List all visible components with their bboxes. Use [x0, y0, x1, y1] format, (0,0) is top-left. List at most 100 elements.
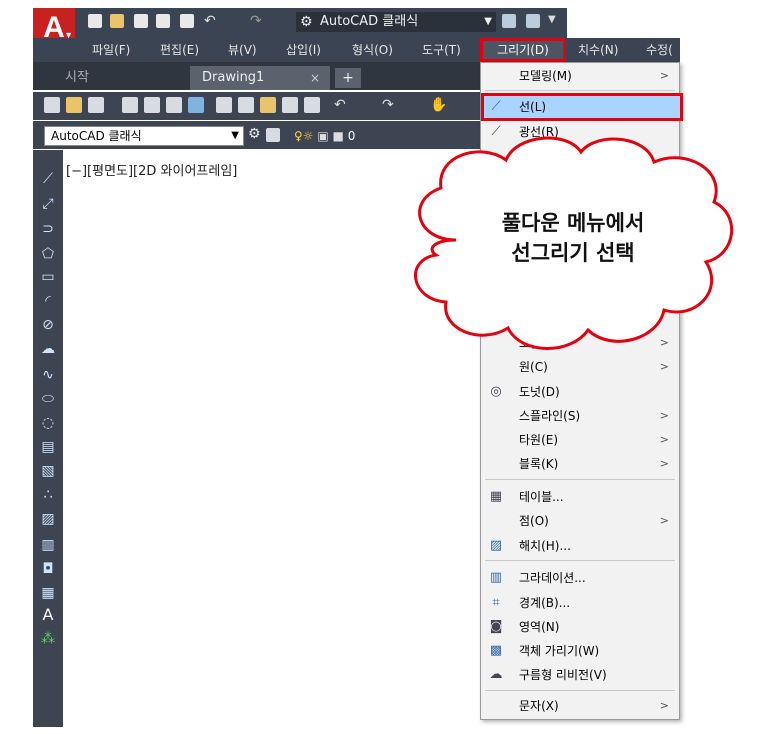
menu-item-wipeout[interactable]: ▩ 객체 가리기(W)	[481, 639, 679, 663]
text-icon[interactable]: A	[39, 606, 57, 624]
chevron-down-icon: ▼	[484, 16, 492, 27]
menu-item-donut[interactable]: ◎ 도넛(D)	[481, 380, 679, 404]
plot-icon[interactable]	[180, 14, 194, 28]
plot-preview-icon[interactable]	[144, 97, 160, 113]
add-selected-icon[interactable]: ⁂	[39, 630, 57, 648]
open-icon[interactable]	[66, 97, 82, 113]
make-block-icon[interactable]: ▧	[39, 462, 57, 480]
menu-edit[interactable]: 편집(E)	[160, 40, 199, 60]
workspace-settings-icon[interactable]	[266, 128, 280, 142]
menu-item-block[interactable]: 블록(K) >	[481, 452, 679, 476]
menu-item-table[interactable]: ▦ 테이블...	[481, 485, 679, 509]
menu-insert[interactable]: 삽입(I)	[286, 40, 321, 60]
chevron-down-icon[interactable]: ▼	[548, 14, 556, 25]
ellipse-icon[interactable]: ⬭	[39, 390, 57, 408]
menu-item-gradient[interactable]: ▥ 그라데이션...	[481, 566, 679, 590]
gradient-icon[interactable]: ▥	[39, 536, 57, 554]
copy-icon[interactable]	[238, 97, 254, 113]
redo-icon[interactable]: ↷	[382, 97, 398, 113]
polygon-icon[interactable]: ⬠	[39, 245, 57, 263]
globe-icon[interactable]	[188, 97, 204, 113]
menu-item-hatch[interactable]: ▨ 해치(H)...	[481, 534, 679, 558]
arc-icon[interactable]: ◜	[39, 292, 57, 310]
menu-draw[interactable]: 그리기(D)	[480, 38, 566, 62]
menu-item-ellipse[interactable]: 타원(E) >	[481, 428, 679, 452]
mobile-icon[interactable]	[526, 14, 540, 28]
menu-item-text[interactable]: 문자(X) >	[481, 694, 679, 718]
menu-item-label: 타원(E)	[519, 433, 559, 447]
menu-item-label: 영역(N)	[519, 620, 560, 634]
rectangle-icon[interactable]: ▭	[39, 268, 57, 286]
menu-item-label: 구름형 리비전(V)	[519, 668, 607, 682]
open-folder-icon[interactable]	[110, 14, 124, 28]
menu-item-spline[interactable]: 스플라인(S) >	[481, 404, 679, 428]
print-icon[interactable]	[122, 97, 138, 113]
new-file-icon[interactable]	[88, 14, 102, 28]
new-tab-button[interactable]: +	[335, 68, 361, 88]
line-icon[interactable]: ⟋	[39, 170, 57, 188]
match-properties-icon[interactable]	[282, 97, 298, 113]
redo-icon[interactable]: ↷	[250, 14, 264, 28]
menu-separator	[485, 560, 675, 561]
menu-modify[interactable]: 수정(	[646, 40, 673, 60]
menu-item-label: 점(O)	[519, 514, 549, 528]
save-icon[interactable]	[88, 97, 104, 113]
callout-line1: 풀다운 메뉴에서	[501, 211, 645, 235]
paste-icon[interactable]	[260, 97, 276, 113]
tab-start[interactable]: 시작	[43, 67, 188, 89]
save-icon[interactable]	[134, 14, 148, 28]
undo-icon[interactable]: ↶	[334, 97, 350, 113]
save-as-icon[interactable]	[156, 14, 170, 28]
menu-item-label: 도넛(D)	[519, 385, 560, 399]
menu-tools[interactable]: 도구(T)	[422, 40, 461, 60]
menu-item-point[interactable]: 점(O) >	[481, 509, 679, 533]
insert-block-icon[interactable]: ▤	[39, 438, 57, 456]
share-icon[interactable]	[502, 14, 516, 28]
gradient-icon: ▥	[489, 570, 503, 585]
menu-item-modeling[interactable]: 모델링(M) >	[481, 64, 679, 88]
menu-item-label: 테이블...	[519, 490, 564, 504]
workspace-select[interactable]: AutoCAD 클래식 ▼	[44, 126, 244, 146]
new-icon[interactable]	[44, 97, 60, 113]
workspace-dropdown[interactable]: ⚙ AutoCAD 클래식 ▼	[296, 12, 496, 32]
menu-view[interactable]: 뷰(V)	[228, 40, 257, 60]
ellipse-arc-icon[interactable]: ◌	[39, 414, 57, 432]
point-icon[interactable]: ∴	[39, 486, 57, 504]
cut-icon[interactable]	[216, 97, 232, 113]
spline-icon[interactable]: ∿	[39, 366, 57, 384]
revcloud-icon: ☁	[489, 667, 503, 682]
construction-line-icon[interactable]: ⤢	[39, 195, 57, 213]
lightbulb-icon: ♀☼	[294, 129, 314, 143]
menu-item-boundary[interactable]: ⌗ 경계(B)...	[481, 591, 679, 615]
submenu-arrow-icon: >	[659, 69, 669, 82]
menu-dimension[interactable]: 치수(N)	[578, 40, 618, 60]
menu-item-revcloud[interactable]: ☁ 구름형 리비전(V)	[481, 663, 679, 687]
callout-text: 풀다운 메뉴에서 선그리기 선택	[438, 208, 708, 268]
undo-icon[interactable]: ↶	[204, 14, 218, 28]
region-icon: ◙	[489, 619, 503, 634]
table-icon[interactable]: ▦	[39, 584, 57, 602]
publish-icon[interactable]	[166, 97, 182, 113]
menu-item-region[interactable]: ◙ 영역(N)	[481, 615, 679, 639]
menu-item-label: 경계(B)...	[519, 596, 571, 610]
hatch-icon[interactable]: ▨	[39, 510, 57, 528]
menu-item-label: 객체 가리기(W)	[519, 644, 600, 658]
submenu-arrow-icon: >	[659, 699, 669, 712]
circle-icon[interactable]: ⊘	[39, 316, 57, 334]
region-icon[interactable]: ◘	[39, 560, 57, 578]
submenu-arrow-icon: >	[659, 514, 669, 527]
menu-item-label: 블록(K)	[519, 457, 559, 471]
close-icon[interactable]: ×	[310, 66, 320, 90]
menu-separator	[485, 90, 675, 91]
gear-icon[interactable]: ⚙	[248, 126, 261, 142]
menu-format[interactable]: 형식(O)	[352, 40, 393, 60]
block-editor-icon[interactable]	[304, 97, 320, 113]
polyline-icon[interactable]: ⊃	[39, 220, 57, 238]
viewport-controls[interactable]: [−][평면도][2D 와이어프레임]	[66, 160, 237, 179]
tab-drawing1[interactable]: Drawing1 ×	[190, 66, 330, 90]
menu-item-label: 해치(H)...	[519, 539, 571, 553]
menu-file[interactable]: 파일(F)	[92, 40, 130, 60]
pan-icon[interactable]: ✋	[430, 97, 447, 113]
revision-cloud-icon[interactable]: ☁	[39, 340, 57, 358]
menu-item-line[interactable]: ⟋ 선(L)	[481, 95, 679, 119]
